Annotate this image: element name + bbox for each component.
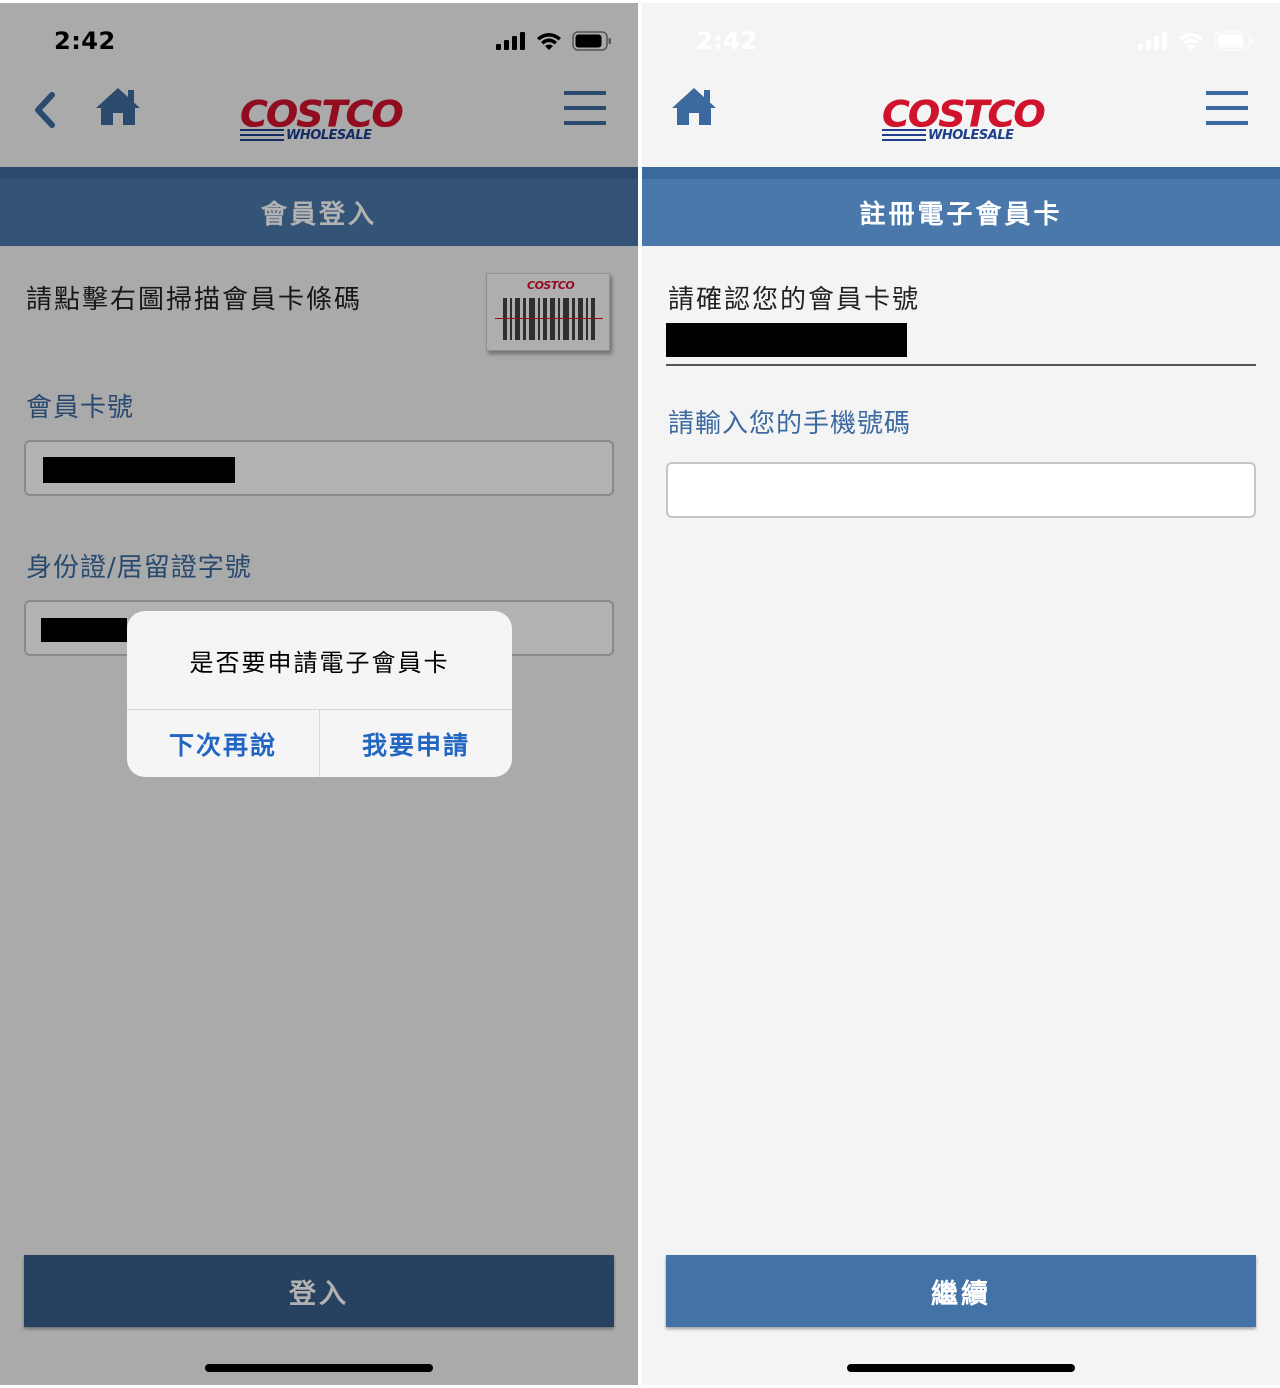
confirm-card-label: 請確認您的會員卡號	[668, 285, 921, 315]
signal-icon	[1138, 32, 1167, 50]
alert-message: 是否要申請電子會員卡	[189, 648, 450, 677]
login-screen: 2:42 COSTCO WHOLESALE 會員登入 請點擊右圖掃描會員卡條碼 …	[0, 3, 638, 1385]
alert-actions: 下次再說 我要申請	[127, 709, 512, 777]
card-number-underline	[666, 364, 1256, 366]
page-title: 註冊電子會員卡	[859, 200, 1063, 230]
logo-lines	[882, 129, 926, 141]
menu-button[interactable]	[1204, 87, 1250, 129]
costco-logo: COSTCO WHOLESALE	[882, 95, 1046, 145]
redacted-card-number	[666, 323, 907, 357]
logo-tagline-row: WHOLESALE	[882, 127, 1038, 143]
later-button[interactable]: 下次再說	[127, 710, 319, 777]
apply-button[interactable]: 我要申請	[319, 710, 512, 777]
status-bar: 2:42	[642, 3, 1280, 79]
home-button[interactable]	[670, 85, 718, 129]
menu-icon	[1206, 91, 1248, 125]
phone-label: 請輸入您的手機號碼	[668, 409, 912, 439]
apply-ecard-alert: 是否要申請電子會員卡 下次再說 我要申請	[127, 611, 512, 777]
home-icon	[672, 88, 716, 125]
status-time: 2:42	[696, 27, 758, 55]
status-icons	[1138, 31, 1254, 51]
battery-icon	[1214, 31, 1253, 51]
app-header: COSTCO WHOLESALE	[642, 79, 1280, 167]
continue-button[interactable]: 繼續	[666, 1255, 1256, 1327]
logo-tagline: WHOLESALE	[928, 127, 1014, 143]
home-indicator[interactable]	[205, 1364, 433, 1372]
page-title-bar: 註冊電子會員卡	[642, 167, 1280, 246]
phone-input[interactable]	[666, 462, 1256, 518]
wifi-icon	[1179, 33, 1203, 50]
register-ecard-screen: 2:42 COSTCO WHOLESALE 註冊電子會員卡 請確認您的會員卡號 …	[642, 3, 1280, 1385]
home-indicator[interactable]	[847, 1364, 1075, 1372]
